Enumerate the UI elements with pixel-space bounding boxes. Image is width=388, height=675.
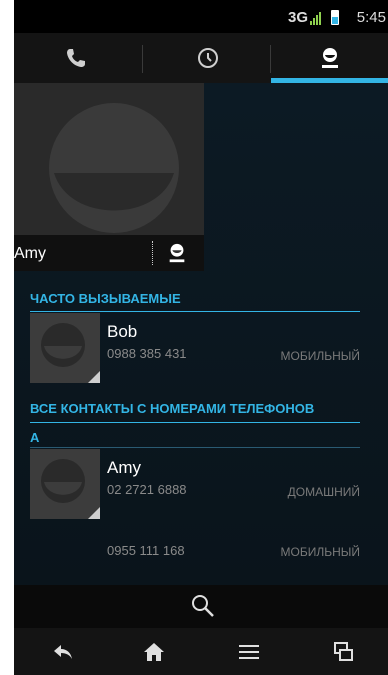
recent-apps-icon[interactable] <box>331 639 357 665</box>
left-edge <box>0 0 14 675</box>
battery-icon <box>331 10 339 25</box>
phone-type: МОБИЛЬНЫЙ <box>280 349 361 363</box>
menu-icon[interactable] <box>236 639 262 665</box>
contact-phone: 0988 385 431 <box>107 346 187 361</box>
back-icon[interactable] <box>50 639 76 665</box>
avatar <box>30 313 100 383</box>
phone-type: ДОМАШНИЙ <box>287 485 360 499</box>
home-icon[interactable] <box>141 639 167 665</box>
search-icon[interactable] <box>190 593 216 619</box>
section-divider <box>30 422 360 423</box>
phone-icon <box>67 49 85 67</box>
signal-icon <box>310 12 321 25</box>
quick-contact-badge <box>88 507 100 519</box>
contact-row[interactable]: Amy 02 2721 6888 ДОМАШНИЙ <box>30 449 360 519</box>
clock-icon <box>198 48 218 68</box>
section-header-all-contacts: ВСЕ КОНТАКТЫ С НОМЕРАМИ ТЕЛЕФОНОВ <box>30 401 315 416</box>
contact-card-icon[interactable] <box>166 242 188 264</box>
navigation-bar <box>14 628 388 675</box>
tab-phone[interactable] <box>14 33 138 83</box>
contact-name: Bob <box>107 322 138 341</box>
contact-row[interactable]: 0955 111 168 МОБИЛЬНЫЙ <box>30 523 360 563</box>
tab-bar <box>14 33 388 83</box>
favorite-card[interactable]: Amy <box>14 83 204 271</box>
contact-row[interactable]: Bob 0988 385 431 МОБИЛЬНЫЙ <box>30 313 360 383</box>
avatar <box>30 449 100 519</box>
network-type: 3G <box>287 9 308 26</box>
contacts-list: Amy ЧАСТО ВЫЗЫВАЕМЫЕ Bob 0988 385 431 МО… <box>14 83 388 585</box>
action-bar <box>14 585 388 628</box>
favorite-name-bar: Amy <box>14 235 204 271</box>
section-divider <box>30 311 360 312</box>
quick-contact-badge <box>88 371 100 383</box>
section-header-frequent: ЧАСТО ВЫЗЫВАЕМЫЕ <box>30 291 181 306</box>
status-bar: 3G 5:45 <box>14 0 388 33</box>
tab-contacts[interactable] <box>271 33 388 83</box>
divider <box>152 241 154 265</box>
contact-phone: 02 2721 6888 <box>107 482 187 497</box>
phone-type: МОБИЛЬНЫЙ <box>280 545 361 559</box>
contact-phone: 0955 111 168 <box>107 543 185 558</box>
status-time: 5:45 <box>356 9 386 26</box>
favorite-name: Amy <box>14 245 46 262</box>
tab-divider <box>142 45 143 73</box>
contact-name: Amy <box>107 458 141 477</box>
letter-index: А <box>30 430 40 445</box>
tab-recent[interactable] <box>146 33 270 83</box>
letter-divider <box>30 447 360 448</box>
screen: 3G 5:45 Amy ЧАСТО ВЫЗЫВАЕМЫЕ Bob 0988 38… <box>0 0 388 675</box>
contact-icon <box>321 48 338 68</box>
